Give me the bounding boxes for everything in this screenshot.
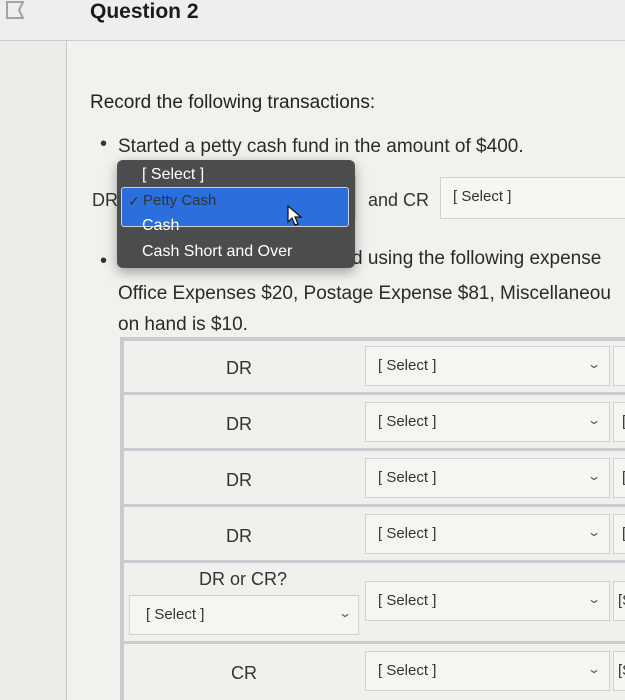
checkmark-icon: ✓ <box>128 193 140 209</box>
amount-select[interactable]: [ <box>613 458 625 498</box>
row-label: DR <box>226 526 252 546</box>
account-select[interactable]: [ Select ] ⌄ <box>365 514 610 554</box>
account-select[interactable]: [ Select ] ⌄ <box>365 651 610 691</box>
question-title: Question 2 <box>90 0 199 23</box>
transaction-2-text: d using the following expense <box>352 248 602 269</box>
instruction-text: Record the following transactions: <box>90 92 376 113</box>
dropdown-option-placeholder[interactable]: [ Select ] <box>117 162 355 188</box>
account-select[interactable]: [ Select ] ⌄ <box>365 402 610 442</box>
chevron-down-icon: ⌄ <box>586 413 602 427</box>
row-label: DR or CR? <box>199 569 288 589</box>
amount-select[interactable]: [S <box>613 581 625 621</box>
chevron-down-icon: ⌄ <box>586 469 602 483</box>
table-row: CR [ Select ] ⌄ [S <box>124 644 625 700</box>
mouse-pointer-icon <box>287 205 303 226</box>
table-row: DR [ Select ] ⌄ [ <box>124 395 625 448</box>
amount-select[interactable]: [ <box>613 402 625 442</box>
table-row: DR [ Select ] ⌄ <box>124 341 625 392</box>
dr-or-cr-select[interactable]: [ Select ] ⌄ <box>129 595 359 635</box>
question-header: Question 2 <box>0 0 625 41</box>
table-row: DR [ Select ] ⌄ [ <box>124 451 625 504</box>
dropdown-option-cash[interactable]: Cash <box>117 213 355 239</box>
transaction-2-text-cont: Office Expenses $20, Postage Expense $81… <box>118 283 611 304</box>
row-label: DR <box>226 414 252 434</box>
bullet-icon: • <box>100 133 108 155</box>
chevron-down-icon: ⌄ <box>586 525 602 539</box>
cr-select[interactable]: [ Select ] <box>440 177 625 219</box>
amount-select[interactable]: [ <box>613 514 625 554</box>
dropdown-option-cash-short-and-over[interactable]: Cash Short and Over <box>117 239 355 265</box>
journal-table: DR [ Select ] ⌄ DR [ Select ] ⌄ [ DR [ S… <box>120 337 625 700</box>
row-label: CR <box>231 663 257 683</box>
cr-select-value: [ Select ] <box>453 188 512 205</box>
bullet-icon: • <box>100 250 108 272</box>
account-dropdown-menu: [ Select ] ✓ Petty Cash Cash Cash Short … <box>117 160 355 268</box>
transaction-2-text-end: on hand is $10. <box>118 314 248 335</box>
flag-icon[interactable] <box>4 0 28 22</box>
chevron-down-icon: ⌄ <box>586 357 602 371</box>
amount-select[interactable]: [S <box>613 651 625 691</box>
table-row: DR or CR? [ Select ] ⌄ [ Select ] ⌄ [S <box>124 563 625 641</box>
transaction-1-text: Started a petty cash fund in the amount … <box>118 136 524 157</box>
chevron-down-icon: ⌄ <box>586 592 602 606</box>
row-label: DR <box>226 358 252 378</box>
account-select[interactable]: [ Select ] ⌄ <box>365 346 610 386</box>
account-select[interactable]: [ Select ] ⌄ <box>365 458 610 498</box>
account-select[interactable]: [ Select ] ⌄ <box>365 581 610 621</box>
row-label: DR <box>226 470 252 490</box>
table-row: DR [ Select ] ⌄ [ <box>124 507 625 560</box>
dr-label: DR <box>92 190 118 210</box>
amount-input[interactable] <box>613 346 625 386</box>
chevron-down-icon: ⌄ <box>586 662 602 676</box>
chevron-down-icon: ⌄ <box>337 606 353 620</box>
and-cr-label: and CR <box>368 190 430 210</box>
